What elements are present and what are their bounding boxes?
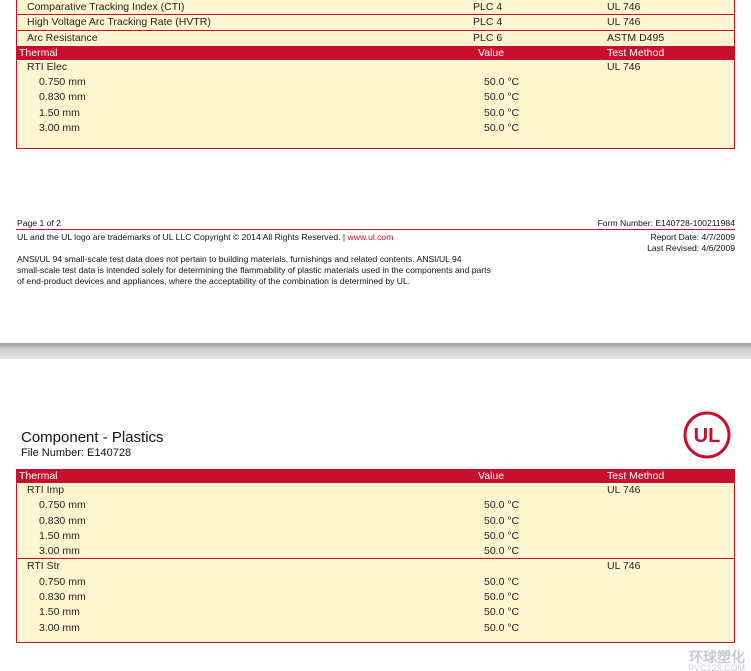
- last-revised: Last Revised: 4/6/2009: [647, 243, 735, 253]
- property-name: High Voltage Arc Tracking Rate (HVTR): [27, 16, 211, 29]
- test-method: ASTM D495: [607, 31, 665, 44]
- table-row: 3.00 mm 50.0 °C: [17, 544, 734, 560]
- group-row: RTI Str UL 746: [27, 560, 641, 573]
- table-row: 1.50 mm 50.0 °C: [39, 106, 520, 119]
- svg-text:UL: UL: [694, 425, 721, 447]
- table-row: 0.750 mm 50.0 °C: [39, 76, 520, 89]
- table-row: Comparative Tracking Index (CTI) PLC 4 U…: [17, 0, 734, 16]
- group-row: RTI Elec UL 746: [27, 60, 641, 73]
- property-value: PLC 4: [473, 1, 503, 13]
- thermal-table: Thermal Value Test Method RTI Imp UL 746…: [16, 469, 735, 643]
- document-page-2: Component - Plastics File Number: E14072…: [0, 359, 751, 671]
- trademark-notice: UL and the UL logo are trademarks of UL …: [17, 232, 394, 242]
- watermark-url: PVC123.COM: [687, 663, 745, 671]
- file-number: File Number: E140728: [21, 447, 132, 459]
- document-page-1: Comparative Tracking Index (CTI) PLC 4 U…: [0, 0, 751, 343]
- page-title: Component - Plastics: [21, 429, 164, 446]
- disclaimer-line: of end-product devices and appliances, w…: [17, 276, 411, 286]
- table-row: 0.750 mm 50.0 °C: [39, 575, 520, 588]
- table-row: 3.00 mm 50.0 °C: [39, 122, 520, 135]
- test-method: UL 746: [607, 1, 641, 13]
- table-row: High Voltage Arc Tracking Rate (HVTR) PL…: [17, 15, 734, 31]
- page-separator: [0, 343, 751, 359]
- disclaimer-line: small-scale test data is intended solely…: [17, 265, 491, 275]
- properties-table: Comparative Tracking Index (CTI) PLC 4 U…: [16, 0, 735, 150]
- table-row: 1.50 mm 50.0 °C: [39, 606, 520, 619]
- page-number: Page 1 of 2: [17, 218, 61, 228]
- thermal-header: Thermal Value Test Method: [17, 45, 734, 60]
- ul-website-link[interactable]: www.ul.com: [348, 232, 394, 242]
- test-method: UL 746: [607, 16, 641, 29]
- table-spacer: [17, 636, 734, 642]
- property-value: PLC 6: [473, 31, 503, 44]
- table-row: Arc Resistance PLC 6 ASTM D495: [17, 31, 734, 46]
- table-row: 0.750 mm 50.0 °C: [39, 499, 520, 512]
- property-name: Arc Resistance: [27, 31, 98, 44]
- table-row: 1.50 mm 50.0 °C: [39, 529, 520, 542]
- ul-logo-icon: UL: [683, 411, 731, 459]
- footer-divider: [16, 229, 735, 230]
- property-name: Comparative Tracking Index (CTI): [27, 1, 185, 13]
- table-row: 0.830 mm 50.0 °C: [39, 591, 520, 604]
- table-row: 0.830 mm 50.0 °C: [39, 514, 520, 527]
- property-value: PLC 4: [473, 16, 503, 29]
- table-row: 0.830 mm 50.0 °C: [39, 91, 520, 104]
- disclaimer-line: ANSI/UL 94 small-scale test data does no…: [17, 254, 462, 264]
- group-row: RTI Imp UL 746: [27, 484, 641, 496]
- table-spacer: [17, 136, 734, 148]
- table-row: 3.00 mm 50.0 °C: [39, 621, 520, 634]
- thermal-header: Thermal Value Test Method: [17, 469, 734, 483]
- report-date: Report Date: 4/7/2009: [650, 232, 735, 242]
- form-number: Form Number: E140728-100211984: [597, 218, 735, 228]
